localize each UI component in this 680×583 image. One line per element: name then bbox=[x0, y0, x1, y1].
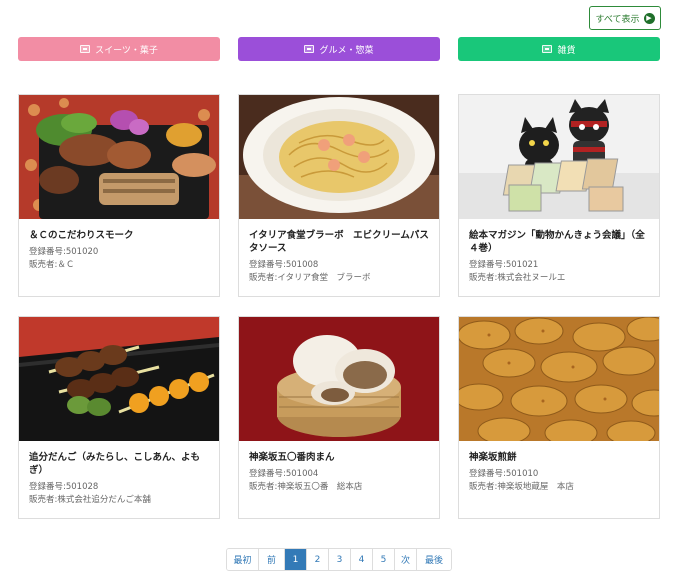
pagination-last[interactable]: 最後 bbox=[417, 549, 451, 570]
category-label: 雑貨 bbox=[557, 45, 576, 56]
product-image-picture-books[interactable] bbox=[459, 95, 659, 219]
category-label: グルメ・惣菜 bbox=[319, 45, 374, 56]
product-title[interactable]: イタリア食堂ブラーボ エビクリームパスタソース bbox=[249, 229, 429, 255]
pagination-next[interactable]: 次 bbox=[395, 549, 417, 570]
pagination-page-3[interactable]: 3 bbox=[329, 549, 351, 570]
product-card[interactable]: 神楽坂五〇番肉まん 登録番号:501004 販売者:神楽坂五〇番 総本店 bbox=[238, 316, 440, 519]
product-seller: 販売者:神楽坂五〇番 総本店 bbox=[249, 482, 363, 492]
product-title[interactable]: 神楽坂五〇番肉まん bbox=[249, 451, 429, 464]
category-icon bbox=[80, 45, 91, 53]
product-reg-number: 登録番号:501020 bbox=[29, 247, 99, 257]
pagination: 最初 前 1 2 3 4 5 次 最後 bbox=[226, 548, 452, 571]
product-image-senbei[interactable] bbox=[459, 317, 659, 441]
product-title[interactable]: ＆Ｃのこだわりスモーク bbox=[29, 229, 209, 242]
product-seller: 販売者:イタリア食堂 ブラーボ bbox=[249, 273, 371, 283]
product-image-nikuman[interactable] bbox=[239, 317, 439, 441]
product-seller: 販売者:神楽坂地蔵屋 本店 bbox=[469, 482, 574, 492]
product-seller: 販売者:＆Ｃ bbox=[29, 260, 75, 270]
product-card[interactable]: 追分だんご（みたらし、こしあん、よもぎ） 登録番号:501028 販売者:株式会… bbox=[18, 316, 220, 519]
product-seller: 販売者:株式会社ヌールエ bbox=[469, 273, 566, 283]
product-seller: 販売者:株式会社追分だんご本舗 bbox=[29, 495, 151, 505]
category-label: スイーツ・菓子 bbox=[95, 45, 158, 56]
product-reg-number: 登録番号:501010 bbox=[469, 469, 539, 479]
category-sweets-button[interactable]: スイーツ・菓子 bbox=[18, 37, 220, 61]
pagination-page-5[interactable]: 5 bbox=[373, 549, 395, 570]
category-gourmet-button[interactable]: グルメ・惣菜 bbox=[238, 37, 440, 61]
category-icon bbox=[542, 45, 553, 53]
pagination-page-1[interactable]: 1 bbox=[285, 549, 307, 570]
show-all-button[interactable]: すべて表示 ▶ bbox=[589, 6, 661, 30]
product-image-pasta[interactable] bbox=[239, 95, 439, 219]
product-reg-number: 登録番号:501028 bbox=[29, 482, 99, 492]
product-reg-number: 登録番号:501008 bbox=[249, 260, 319, 270]
pagination-page-2[interactable]: 2 bbox=[307, 549, 329, 570]
product-card[interactable]: 神楽坂煎餅 登録番号:501010 販売者:神楽坂地蔵屋 本店 bbox=[458, 316, 660, 519]
product-card[interactable]: イタリア食堂ブラーボ エビクリームパスタソース 登録番号:501008 販売者:… bbox=[238, 94, 440, 297]
pagination-page-4[interactable]: 4 bbox=[351, 549, 373, 570]
pagination-prev[interactable]: 前 bbox=[259, 549, 285, 570]
pagination-first[interactable]: 最初 bbox=[227, 549, 259, 570]
product-reg-number: 登録番号:501021 bbox=[469, 260, 539, 270]
show-all-label: すべて表示 bbox=[595, 14, 640, 25]
product-title[interactable]: 神楽坂煎餅 bbox=[469, 451, 649, 464]
product-card[interactable]: ＆Ｃのこだわりスモーク 登録番号:501020 販売者:＆Ｃ bbox=[18, 94, 220, 297]
product-title[interactable]: 絵本マガジン「動物かんきょう会議」（全４巻） bbox=[469, 229, 649, 255]
product-reg-number: 登録番号:501004 bbox=[249, 469, 319, 479]
category-goods-button[interactable]: 雑貨 bbox=[458, 37, 660, 61]
category-icon bbox=[304, 45, 315, 53]
product-card[interactable]: 絵本マガジン「動物かんきょう会議」（全４巻） 登録番号:501021 販売者:株… bbox=[458, 94, 660, 297]
circle-arrow-right-icon: ▶ bbox=[643, 12, 655, 24]
product-image-smoked-meat[interactable] bbox=[19, 95, 219, 219]
product-image-dango[interactable] bbox=[19, 317, 219, 441]
product-title[interactable]: 追分だんご（みたらし、こしあん、よもぎ） bbox=[29, 451, 209, 477]
